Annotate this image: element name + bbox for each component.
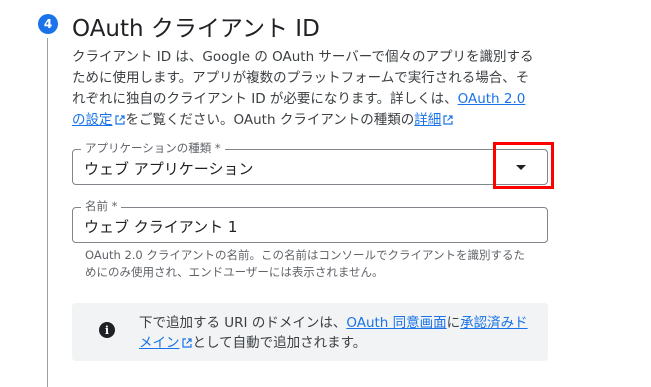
oauth-consent-screen-link[interactable]: OAuth 同意画面 bbox=[346, 315, 446, 331]
info-text: 下で追加する URI のドメインは、OAuth 同意画面に承認済みドメイン として… bbox=[139, 313, 534, 353]
info-box: i 下で追加する URI のドメインは、OAuth 同意画面に承認済みドメインと… bbox=[72, 303, 548, 361]
application-type-value: ウェブ アプリケーション bbox=[84, 160, 254, 178]
client-id-description: クライアント ID は、Google の OAuth サーバーで個々のアプリを識… bbox=[72, 47, 542, 131]
dropdown-arrow-icon bbox=[516, 164, 526, 170]
step-title: OAuth クライアント ID bbox=[72, 16, 320, 42]
info-text-3: として自動で追加されます。 bbox=[192, 335, 367, 351]
description-text-2: をご覧ください。OAuth クライアントの種類の bbox=[125, 112, 415, 128]
info-text-2: に bbox=[446, 315, 461, 331]
step-number-badge: 4 bbox=[38, 14, 58, 34]
client-name-label: 名前 * bbox=[81, 199, 122, 213]
open-in-new-icon bbox=[114, 115, 125, 125]
open-in-new-icon bbox=[443, 115, 453, 125]
step-rail bbox=[47, 38, 48, 387]
info-icon: i bbox=[99, 322, 115, 338]
info-text-1: 下で追加する URI のドメインは、 bbox=[139, 315, 347, 331]
application-type-dropdown-button[interactable] bbox=[495, 150, 547, 184]
open-in-new-icon bbox=[181, 338, 192, 348]
application-type-select[interactable]: アプリケーションの種類 * ウェブ アプリケーション bbox=[72, 141, 548, 185]
client-name-value: ウェブ クライアント 1 bbox=[84, 218, 238, 236]
application-type-label: アプリケーションの種類 * bbox=[81, 141, 225, 155]
client-types-details-link[interactable]: 詳細 bbox=[414, 112, 441, 128]
client-name-field[interactable]: 名前 * ウェブ クライアント 1 bbox=[72, 199, 548, 243]
client-name-helper-text: OAuth 2.0 クライアントの名前。この名前はコンソールでクライアントを識別… bbox=[85, 248, 525, 279]
